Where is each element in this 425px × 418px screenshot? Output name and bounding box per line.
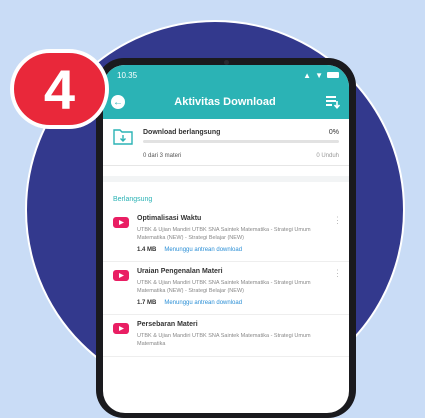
folder-download-icon — [113, 129, 133, 145]
download-description: UTBK & Ujian Mandiri UTBK SNA Saintek Ma… — [137, 280, 311, 294]
status-time: 10.35 — [117, 70, 138, 80]
download-description: UTBK & Ujian Mandiri UTBK SNA Saintek Ma… — [137, 227, 311, 241]
download-title: Uraian Pengenalan Materi — [137, 268, 223, 275]
download-item[interactable]: Optimalisasi Waktu UTBK & Ujian Mandiri … — [103, 209, 349, 262]
step-number-badge: 4 — [10, 49, 109, 129]
more-vertical-icon[interactable]: ⋮ — [333, 215, 342, 253]
download-progress-card: Download berlangsung 0% 0 dari 3 materi … — [103, 119, 349, 166]
app-bar: ← Aktivitas Download — [103, 85, 349, 119]
progress-right-label: 0 Unduh — [316, 153, 339, 159]
download-item[interactable]: Persebaran Materi UTBK & Ujian Mandiri U… — [103, 315, 349, 357]
download-title: Persebaran Materi — [137, 321, 198, 328]
back-arrow-icon[interactable]: ← — [111, 95, 125, 109]
download-status: Menunggu antrean download — [164, 300, 243, 306]
battery-icon — [327, 72, 339, 78]
progress-title: Download berlangsung — [143, 129, 221, 136]
download-description: UTBK & Ujian Mandiri UTBK SNA Saintek Ma… — [137, 333, 311, 347]
download-list-icon[interactable] — [325, 95, 341, 109]
phone-screen: 10.35 ▲ ▼ ← Aktivitas Download Download … — [103, 65, 349, 413]
wifi-icon: ▼ — [315, 70, 323, 80]
page-title: Aktivitas Download — [174, 96, 276, 108]
progress-percent: 0% — [328, 129, 339, 136]
phone-frame: 10.35 ▲ ▼ ← Aktivitas Download Download … — [96, 58, 356, 418]
camera — [224, 60, 229, 65]
download-title: Optimalisasi Waktu — [137, 215, 202, 222]
download-item[interactable]: Uraian Pengenalan Materi UTBK & Ujian Ma… — [103, 262, 349, 315]
progress-bar — [143, 140, 339, 143]
status-icons: ▲ ▼ — [303, 71, 339, 80]
section-title: Berlangsung — [103, 176, 349, 209]
progress-count: 0 dari 3 materi — [143, 153, 182, 159]
video-icon — [113, 217, 129, 228]
more-vertical-icon[interactable]: ⋮ — [333, 268, 342, 306]
status-bar: 10.35 ▲ ▼ — [103, 65, 349, 85]
signal-icon: ▲ — [303, 70, 312, 80]
video-icon — [113, 270, 129, 281]
video-icon — [113, 323, 129, 334]
download-size: 1.7 MB — [137, 300, 157, 306]
download-status: Menunggu antrean download — [164, 247, 243, 253]
download-size: 1.4 MB — [137, 247, 157, 253]
